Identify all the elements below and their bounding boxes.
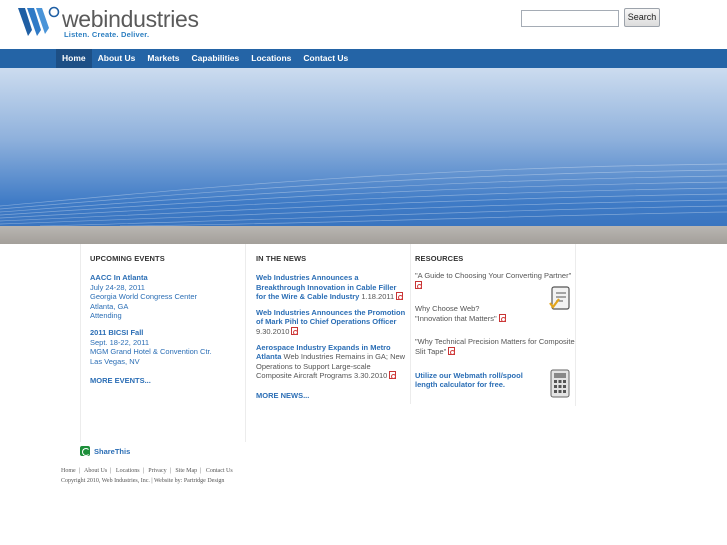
- event-status: Attending: [90, 311, 122, 321]
- calculator-icon[interactable]: [550, 369, 570, 399]
- event-link[interactable]: 2011 BICSI Fall: [90, 328, 240, 338]
- news-date: 3.30.2010: [353, 371, 388, 381]
- search-input[interactable]: [521, 10, 619, 27]
- pdf-icon[interactable]: [396, 292, 404, 301]
- footer-link-privacy[interactable]: Privacy: [148, 468, 166, 474]
- pdf-icon[interactable]: [448, 346, 456, 355]
- news-title: IN THE NEWS: [256, 254, 307, 263]
- nav-item-about-us[interactable]: About Us: [92, 49, 142, 68]
- nav-item-contact-us[interactable]: Contact Us: [297, 49, 354, 68]
- main-nav: Home About Us Markets Capabilities Locat…: [0, 49, 727, 68]
- news-column: IN THE NEWS Web Industries Announces a B…: [256, 244, 406, 401]
- column-divider: [80, 244, 81, 442]
- news-item: Aerospace Industry Expands in Metro Atla…: [256, 343, 406, 381]
- logo-wordmark: webindustries: [62, 6, 199, 32]
- calculator-link[interactable]: Utilize our Webmath roll/spool length ca…: [415, 371, 533, 390]
- logo-tagline: Listen. Create. Deliver.: [64, 30, 150, 39]
- footer-link-locations[interactable]: Locations: [116, 468, 140, 474]
- footer-link-site-map[interactable]: Site Map: [175, 468, 197, 474]
- news-headline-link[interactable]: Web Industries Announces the Promotion o…: [256, 308, 405, 327]
- pdf-icon[interactable]: [389, 371, 397, 380]
- event-link[interactable]: AACC In Atlanta: [90, 273, 240, 283]
- footer-link-contact-us[interactable]: Contact Us: [206, 468, 233, 474]
- pdf-icon[interactable]: [291, 326, 299, 335]
- share-widget[interactable]: ShareThis: [80, 445, 130, 457]
- share-label[interactable]: ShareThis: [94, 447, 130, 456]
- hero-banner: [0, 68, 727, 226]
- resource-why-choose-link[interactable]: Why Choose Web?: [415, 304, 545, 314]
- nav-item-markets[interactable]: Markets: [141, 49, 185, 68]
- nav-item-capabilities[interactable]: Capabilities: [186, 49, 246, 68]
- document-check-icon: [549, 286, 570, 310]
- hero-footer-band: [0, 226, 727, 244]
- event-venue: Georgia World Congress Center: [90, 292, 197, 302]
- news-item: Web Industries Announces the Promotion o…: [256, 308, 406, 337]
- site-header: webindustries Listen. Create. Deliver. S…: [0, 0, 727, 49]
- column-divider: [410, 244, 411, 404]
- pdf-icon[interactable]: [498, 313, 506, 322]
- logo-mark-icon: [18, 6, 60, 36]
- footer-links: Home | About Us | Locations | Privacy | Site…: [61, 468, 233, 474]
- events-title: UPCOMING EVENTS: [90, 254, 165, 263]
- event-venue: MGM Grand Hotel & Convention Ctr.: [90, 347, 212, 357]
- logo[interactable]: webindustries Listen. Create. Deliver.: [18, 6, 199, 39]
- hero-wave-lines: [0, 163, 727, 226]
- resource-innovation-link[interactable]: "Innovation that Matters": [415, 314, 497, 323]
- column-divider: [575, 244, 576, 406]
- event-city: Las Vegas, NV: [90, 356, 140, 366]
- event-item: AACC In Atlanta July 24-28, 2011 Georgia…: [90, 273, 240, 321]
- more-news-link[interactable]: MORE NEWS...: [256, 391, 406, 401]
- resource-composite-link[interactable]: "Why Technical Precision Matters for Com…: [415, 337, 575, 356]
- resources-title: RESOURCES: [415, 254, 464, 263]
- news-date: 1.18.2011: [361, 292, 395, 302]
- event-item: 2011 BICSI Fall Sept. 18-22, 2011 MGM Gr…: [90, 328, 240, 366]
- column-divider: [245, 244, 246, 442]
- news-item: Web Industries Announces a Breakthrough …: [256, 273, 406, 302]
- footer-link-home[interactable]: Home: [61, 468, 76, 474]
- footer-copyright: Copyright 2010, Web Industries, Inc. | W…: [61, 478, 225, 484]
- pdf-icon[interactable]: [415, 280, 422, 289]
- share-icon[interactable]: [80, 446, 90, 456]
- event-city: Atlanta, GA: [90, 301, 129, 311]
- site-footer: Home | About Us | Locations | Privacy | Site…: [61, 466, 233, 486]
- events-column: UPCOMING EVENTS AACC In Atlanta July 24-…: [90, 244, 240, 386]
- event-date: July 24-28, 2011: [90, 282, 145, 292]
- nav-item-locations[interactable]: Locations: [245, 49, 297, 68]
- footer-link-about-us[interactable]: About Us: [84, 468, 107, 474]
- more-events-link[interactable]: MORE EVENTS...: [90, 376, 240, 386]
- resource-guide-link[interactable]: "A Guide to Choosing Your Converting Par…: [415, 271, 571, 280]
- resource-item[interactable]: Why Choose Web? "Innovation that Matters…: [415, 304, 545, 323]
- event-date: Sept. 18-22, 2011: [90, 337, 150, 347]
- news-date: 9.30.2010: [256, 326, 290, 336]
- search-button[interactable]: Search: [624, 8, 660, 27]
- resources-column: RESOURCES "A Guide to Choosing Your Conv…: [415, 244, 575, 398]
- nav-item-home[interactable]: Home: [56, 49, 92, 68]
- resource-item[interactable]: "Why Technical Precision Matters for Com…: [415, 337, 575, 356]
